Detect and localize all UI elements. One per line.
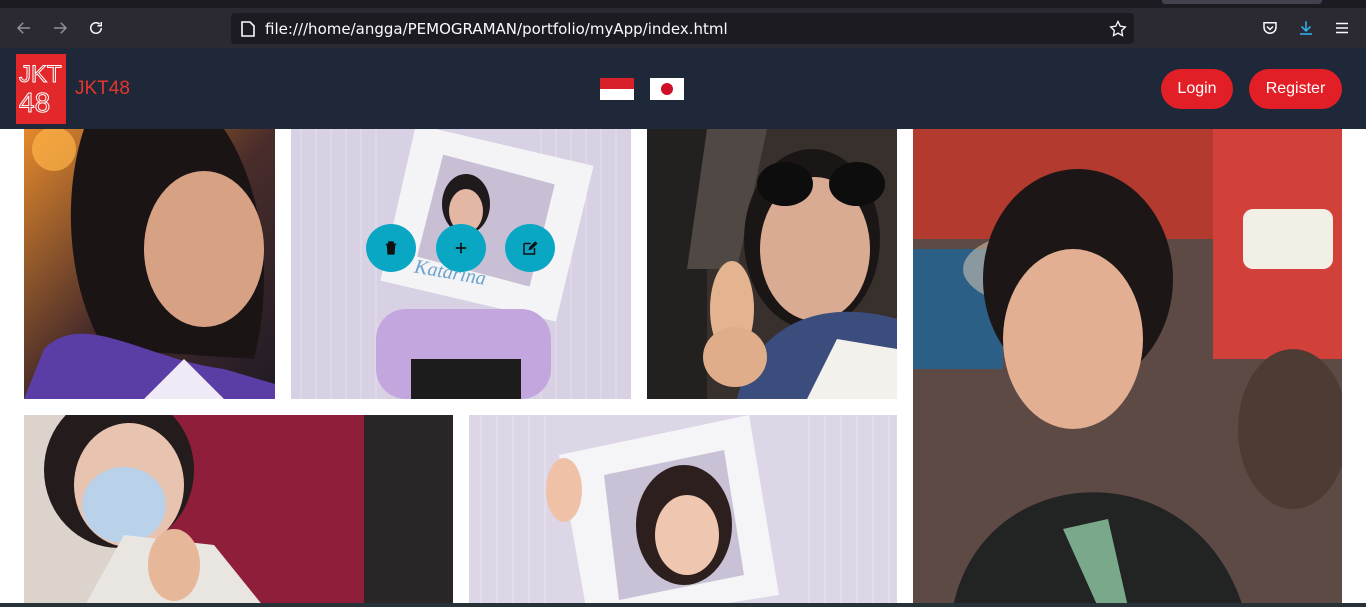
bookmark-star-icon[interactable] [1108,19,1128,39]
member-photo-3[interactable] [647,129,897,399]
brand-name[interactable]: JKT48 [75,78,130,100]
japan-flag-icon[interactable] [650,78,684,100]
active-tab-edge[interactable] [1162,0,1322,4]
trash-icon [385,241,397,255]
jkt48-logo[interactable]: JKT 48 [16,54,66,124]
address-bar[interactable]: file:///home/angga/PEMOGRAMAN/portfolio/… [231,13,1134,44]
reload-icon[interactable] [84,16,108,40]
menu-icon[interactable] [1330,16,1354,40]
delete-button[interactable] [366,224,416,272]
member-photo-1[interactable] [24,129,275,399]
bottom-edge [0,603,1366,607]
member-photo-6[interactable] [913,129,1342,607]
url-text[interactable]: file:///home/angga/PEMOGRAMAN/portfolio/… [265,20,728,38]
site-navbar: JKT 48 JKT48 Login Register [0,48,1366,129]
download-icon[interactable] [1294,16,1318,40]
indonesia-flag-icon[interactable] [600,78,634,100]
login-button[interactable]: Login [1161,69,1233,109]
edit-icon [523,241,538,255]
member-photo-5[interactable] [469,415,897,607]
logo-text-48: 48 [19,87,50,118]
page-icon [241,21,255,37]
register-button[interactable]: Register [1249,69,1342,109]
forward-arrow-icon[interactable] [48,16,72,40]
logo-text-jkt: JKT [19,61,62,88]
edit-button[interactable] [505,224,555,272]
browser-toolbar: file:///home/angga/PEMOGRAMAN/portfolio/… [0,0,1366,48]
plus-icon [455,242,467,254]
back-arrow-icon[interactable] [12,16,36,40]
pocket-icon[interactable] [1258,16,1282,40]
member-photo-4[interactable] [24,415,453,607]
add-button[interactable] [436,224,486,272]
